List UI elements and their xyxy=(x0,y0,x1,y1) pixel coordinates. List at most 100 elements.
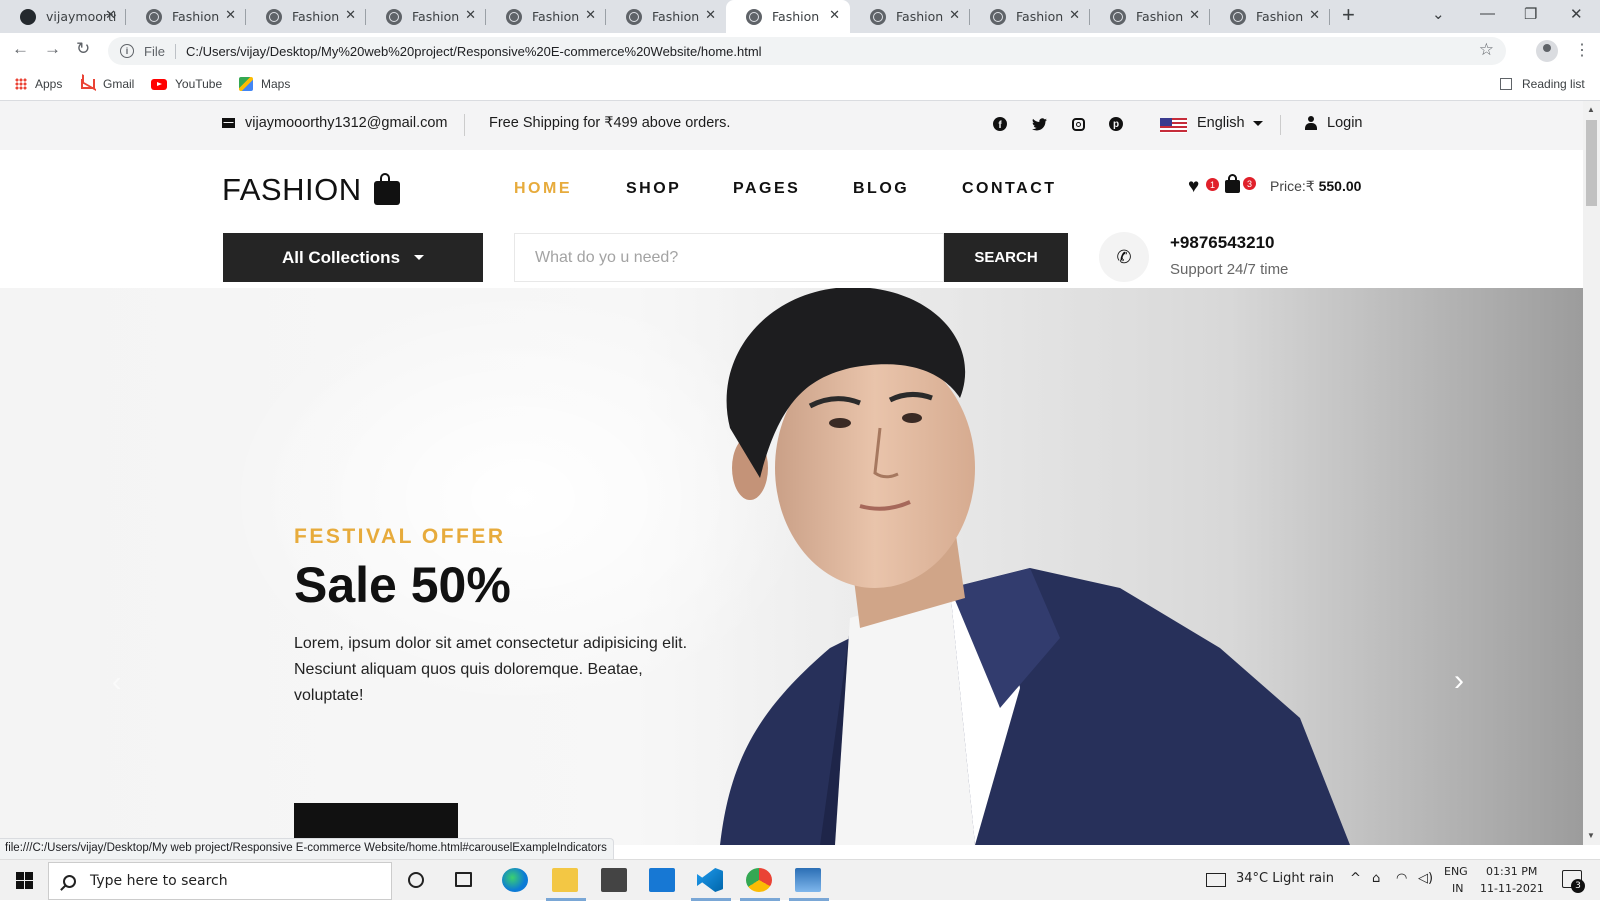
site-info-icon[interactable]: i xyxy=(120,44,134,58)
browser-tab[interactable]: Fashion ✕ xyxy=(366,0,486,33)
restore-icon[interactable]: ❐ xyxy=(1524,5,1537,23)
windows-start-icon[interactable] xyxy=(16,872,33,889)
store-icon[interactable] xyxy=(601,868,627,892)
profile-avatar-icon[interactable] xyxy=(1536,40,1558,62)
close-tab-icon[interactable]: ✕ xyxy=(829,8,840,23)
reload-icon[interactable]: ↻ xyxy=(76,39,90,59)
clock-date[interactable]: 11-11-2021 xyxy=(1480,882,1544,895)
clock-time[interactable]: 01:31 PM xyxy=(1486,865,1537,878)
browser-tab[interactable]: Fashion ✕ xyxy=(606,0,726,33)
close-window-icon[interactable]: ✕ xyxy=(1570,5,1583,23)
task-view-icon[interactable] xyxy=(455,872,472,887)
new-tab-icon[interactable]: + xyxy=(1342,2,1355,28)
scrollbar-thumb[interactable] xyxy=(1586,120,1597,206)
meet-now-icon[interactable]: ⌂ xyxy=(1372,871,1380,886)
file-explorer-icon[interactable] xyxy=(552,868,578,892)
browser-tab[interactable]: Fashion ✕ xyxy=(1090,0,1210,33)
phone-icon: ✆ xyxy=(1099,232,1149,282)
login-link[interactable]: Login xyxy=(1305,115,1362,131)
mail-icon[interactable] xyxy=(649,868,675,892)
web-page: vijaymooorthy1312@gmail.com Free Shippin… xyxy=(0,101,1583,845)
facebook-link[interactable]: f xyxy=(992,116,1008,132)
divider xyxy=(464,114,465,136)
wifi-icon[interactable]: ◠ xyxy=(1396,871,1407,886)
browser-tab[interactable]: Fashion ✕ xyxy=(970,0,1090,33)
close-tab-icon[interactable]: ✕ xyxy=(1309,8,1320,23)
site-logo[interactable]: FASHION xyxy=(222,172,400,208)
nav-blog[interactable]: BLOG xyxy=(853,180,909,198)
search-icon xyxy=(63,874,76,888)
hero-carousel: FESTIVAL OFFER Sale 50% Lorem, ipsum dol… xyxy=(0,288,1583,845)
nav-contact[interactable]: CONTACT xyxy=(962,180,1057,198)
us-flag-icon xyxy=(1160,118,1187,133)
all-collections-dropdown[interactable]: All Collections xyxy=(223,233,483,282)
link-status-bar: file:///C:/Users/vijay/Desktop/My web pr… xyxy=(0,838,614,859)
bookmark-maps[interactable]: Maps xyxy=(239,77,290,91)
hidden-icons-chevron[interactable]: ^ xyxy=(1350,871,1361,886)
facebook-icon: f xyxy=(993,117,1007,131)
forward-icon[interactable]: → xyxy=(44,39,61,59)
bookmark-label: Apps xyxy=(35,77,63,91)
email-text: vijaymooorthy1312@gmail.com xyxy=(245,115,448,131)
volume-icon[interactable]: ◁) xyxy=(1418,871,1433,886)
edge-icon[interactable] xyxy=(502,868,528,892)
close-tab-icon[interactable]: ✕ xyxy=(1069,8,1080,23)
nav-shop[interactable]: SHOP xyxy=(626,180,681,198)
minimize-icon[interactable]: — xyxy=(1480,5,1495,22)
browser-tab[interactable]: Fashion ✕ xyxy=(1210,0,1330,33)
browser-tab[interactable]: Fashion ✕ xyxy=(850,0,970,33)
back-icon[interactable]: ← xyxy=(12,39,29,59)
lang-top[interactable]: ENG xyxy=(1444,865,1468,878)
bookmark-youtube[interactable]: YouTube xyxy=(151,77,222,91)
browser-tab[interactable]: Fashion ✕ xyxy=(246,0,366,33)
support-hours: Support 24/7 time xyxy=(1170,261,1289,278)
cart-bag-icon[interactable] xyxy=(1225,174,1240,193)
browser-tab[interactable]: Fashion ✕ xyxy=(126,0,246,33)
weather-text[interactable]: 34°C Light rain xyxy=(1236,871,1334,886)
maps-icon xyxy=(239,77,253,91)
scroll-down-icon[interactable]: ▼ xyxy=(1587,831,1595,840)
bookmark-gmail[interactable]: Gmail xyxy=(81,77,134,91)
close-tab-icon[interactable]: ✕ xyxy=(345,8,356,23)
globe-icon xyxy=(870,8,886,25)
carousel-next-icon[interactable]: › xyxy=(1454,664,1464,698)
close-tab-icon[interactable]: ✕ xyxy=(465,8,476,23)
vscode-icon[interactable] xyxy=(697,868,723,892)
close-tab-icon[interactable]: ✕ xyxy=(1189,8,1200,23)
carousel-prev-icon[interactable]: ‹ xyxy=(112,666,121,698)
search-button[interactable]: SEARCH xyxy=(944,233,1068,282)
lang-bottom[interactable]: IN xyxy=(1452,882,1463,895)
bookmark-star-icon[interactable]: ☆ xyxy=(1479,40,1494,60)
instagram-link[interactable] xyxy=(1070,116,1086,132)
cart-price: Price:₹ 550.00 xyxy=(1270,178,1361,195)
cortana-icon[interactable] xyxy=(408,872,424,888)
reading-list[interactable]: Reading list xyxy=(1500,77,1585,91)
scroll-up-icon[interactable]: ▲ xyxy=(1587,105,1595,114)
taskbar-search[interactable]: Type here to search xyxy=(48,862,392,900)
browser-tab-active[interactable]: Fashion ✕ xyxy=(726,0,850,33)
nav-pages[interactable]: PAGES xyxy=(733,180,800,198)
address-url[interactable]: C:/Users/vijay/Desktop/My%20web%20projec… xyxy=(186,44,762,59)
close-tab-icon[interactable]: ✕ xyxy=(705,8,716,23)
close-tab-icon[interactable]: ✕ xyxy=(225,8,236,23)
nav-home[interactable]: HOME xyxy=(514,180,572,198)
address-bar[interactable]: i File C:/Users/vijay/Desktop/My%20web%2… xyxy=(108,37,1506,65)
tab-search-icon[interactable]: ⌄ xyxy=(1432,5,1445,23)
page-scrollbar[interactable]: ▲ ▼ xyxy=(1583,101,1600,845)
photos-icon[interactable] xyxy=(795,868,821,892)
bookmark-apps[interactable]: Apps xyxy=(15,77,62,91)
browser-tab[interactable]: vijaymoorthy ✕ xyxy=(0,0,126,33)
browser-tab[interactable]: Fashion ✕ xyxy=(486,0,606,33)
browser-toolbar: ← → ↻ i File C:/Users/vijay/Desktop/My%2… xyxy=(0,33,1600,69)
site-search-input[interactable] xyxy=(514,233,944,282)
wishlist-heart-icon[interactable]: ♥ xyxy=(1188,176,1199,198)
chrome-icon[interactable] xyxy=(746,868,772,892)
pinterest-link[interactable]: p xyxy=(1108,116,1124,132)
close-tab-icon[interactable]: ✕ xyxy=(949,8,960,23)
weather-icon[interactable] xyxy=(1206,873,1226,887)
close-tab-icon[interactable]: ✕ xyxy=(585,8,596,23)
close-tab-icon[interactable]: ✕ xyxy=(105,8,116,23)
browser-menu-icon[interactable]: ⋮ xyxy=(1574,40,1590,60)
twitter-link[interactable] xyxy=(1031,116,1047,132)
language-selector[interactable]: English xyxy=(1197,115,1263,131)
